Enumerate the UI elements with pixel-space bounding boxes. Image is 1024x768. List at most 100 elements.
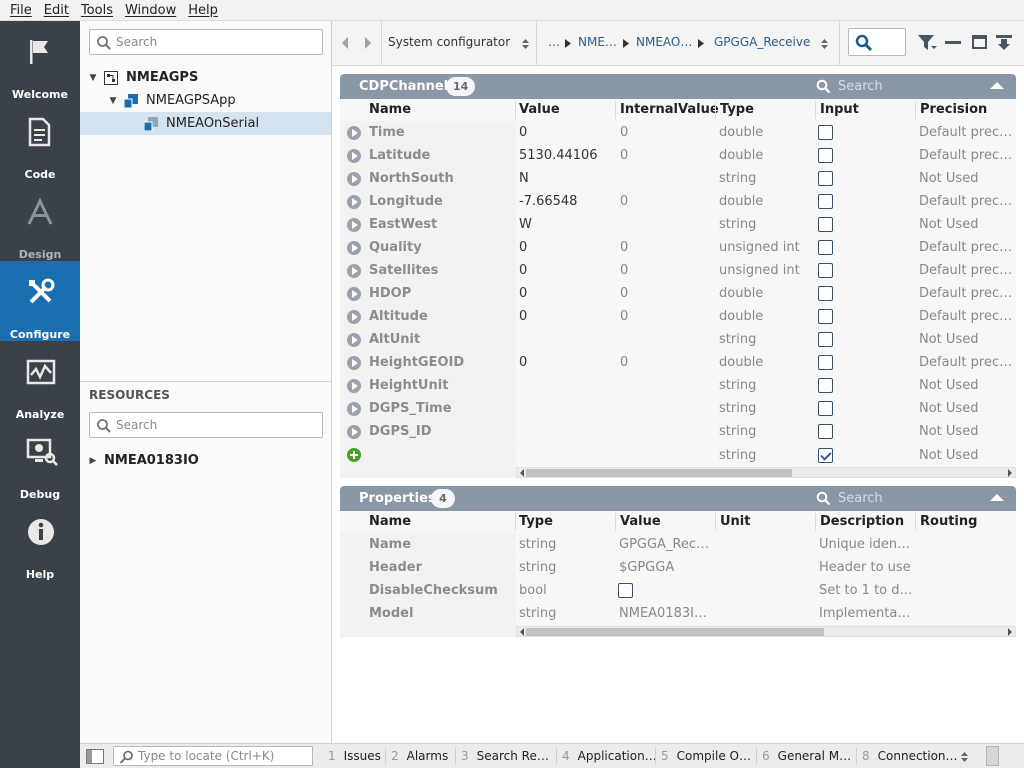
expand-row-icon[interactable] <box>347 218 361 232</box>
channel-value[interactable]: 0 <box>519 286 614 301</box>
forward-arrow-icon[interactable] <box>363 36 373 50</box>
tree-search-input[interactable] <box>116 33 318 51</box>
expand-row-icon[interactable] <box>347 356 361 370</box>
minimize-icon[interactable] <box>945 40 961 46</box>
output-tab[interactable]: 5 Compile O… <box>661 749 751 763</box>
col-header-value[interactable]: Value <box>519 102 560 117</box>
menu-help[interactable]: Help <box>182 3 224 18</box>
collapse-panel-icon[interactable] <box>990 494 1004 501</box>
collapse-panel-icon[interactable] <box>990 82 1004 89</box>
expand-row-icon[interactable] <box>347 126 361 140</box>
col-header-name[interactable]: Name <box>369 102 411 117</box>
mode-help[interactable]: Help <box>0 501 80 581</box>
col-header-input[interactable]: Input <box>820 102 859 117</box>
menu-tools[interactable]: Tools <box>75 3 119 18</box>
channel-value[interactable]: 0 <box>519 125 614 140</box>
col-header-type[interactable]: Type <box>519 514 553 529</box>
output-tab[interactable]: 4 Application… <box>562 749 657 763</box>
panel-toggle-button[interactable] <box>986 746 999 766</box>
tree-node-nmeagps[interactable]: ▼ NMEAGPS <box>88 66 331 89</box>
input-checkbox[interactable] <box>818 355 833 370</box>
channel-value[interactable]: 0 <box>519 263 614 278</box>
menu-edit[interactable]: Edit <box>38 3 75 18</box>
property-row[interactable]: Model string NMEA0183IO… Implementati… <box>340 602 1016 625</box>
collapse-caret-icon[interactable]: ▼ <box>88 73 98 83</box>
input-checkbox[interactable] <box>818 424 833 439</box>
input-checkbox[interactable] <box>818 286 833 301</box>
tree-node-nmeaonserial[interactable]: NMEAOnSerial <box>80 112 331 135</box>
channel-value[interactable]: W <box>519 217 614 232</box>
channel-search-input[interactable] <box>838 77 968 96</box>
breadcrumb-item[interactable]: NME… <box>578 35 617 49</box>
channel-row[interactable]: Longitude -7.66548 0 double Default precis… <box>340 190 1016 213</box>
input-checkbox[interactable] <box>818 263 833 278</box>
col-header-name[interactable]: Name <box>369 514 411 529</box>
channel-row[interactable]: Altitude 0 0 double Default precis… <box>340 305 1016 328</box>
property-row[interactable]: DisableChecksum bool Set to 1 to dis… <box>340 579 1016 602</box>
toggle-sidebar-icon[interactable] <box>86 749 104 764</box>
breadcrumb-item[interactable]: NMEAO… <box>636 35 692 49</box>
breadcrumb-item[interactable]: … <box>548 35 560 49</box>
expand-row-icon[interactable] <box>347 333 361 347</box>
mode-design[interactable]: Design <box>0 181 80 261</box>
input-checkbox[interactable] <box>818 148 833 163</box>
expand-row-icon[interactable] <box>347 379 361 393</box>
properties-search-input[interactable] <box>838 489 968 508</box>
expand-row-icon[interactable] <box>347 287 361 301</box>
updown-arrow-icon[interactable] <box>960 750 969 764</box>
menu-file[interactable]: File <box>4 3 38 18</box>
channel-value[interactable]: -7.66548 <box>519 194 614 209</box>
input-checkbox[interactable] <box>818 378 833 393</box>
filter-icon[interactable] <box>917 34 937 52</box>
input-checkbox[interactable] <box>818 401 833 416</box>
channel-value[interactable]: 5130.44106 <box>519 148 614 163</box>
expand-row-icon[interactable] <box>347 425 361 439</box>
input-checkbox[interactable] <box>818 194 833 209</box>
input-checkbox[interactable] <box>818 125 833 140</box>
back-arrow-icon[interactable] <box>340 36 350 50</box>
channel-row[interactable]: HeightGEOID 0 0 double Default precis… <box>340 351 1016 374</box>
channel-value[interactable]: N <box>519 171 614 186</box>
channel-row[interactable]: Quality 0 0 unsigned int Default precis… <box>340 236 1016 259</box>
col-header-description[interactable]: Description <box>820 514 904 529</box>
expand-row-icon[interactable] <box>347 195 361 209</box>
input-checkbox[interactable] <box>818 332 833 347</box>
output-tab[interactable]: 1 Issues <box>328 749 381 763</box>
expand-row-icon[interactable] <box>347 310 361 324</box>
expand-row-icon[interactable] <box>347 149 361 163</box>
maximize-icon[interactable] <box>972 35 988 50</box>
disable-checksum-checkbox[interactable] <box>618 583 633 598</box>
expand-row-icon[interactable] <box>347 241 361 255</box>
property-value[interactable]: $GPGGA <box>619 560 714 575</box>
locate-input[interactable] <box>138 748 306 764</box>
properties-horizontal-scrollbar[interactable] <box>516 626 1016 637</box>
mode-configure[interactable]: Configure <box>0 261 80 341</box>
col-header-type[interactable]: Type <box>720 102 754 117</box>
resource-node-nmea0183io[interactable]: ▶ NMEA0183IO <box>88 449 331 472</box>
output-tab[interactable]: 8 Connection… <box>862 749 958 763</box>
channel-row[interactable]: Satellites 0 0 unsigned int Default precis… <box>340 259 1016 282</box>
property-row[interactable]: Name string GPGGA_Rec… Unique identif… <box>340 533 1016 556</box>
mode-debug[interactable]: Debug <box>0 421 80 501</box>
new-row-input-checkbox[interactable] <box>818 448 833 463</box>
channel-value[interactable]: 0 <box>519 309 614 324</box>
mode-analyze[interactable]: Analyze <box>0 341 80 421</box>
property-value[interactable]: GPGGA_Rec… <box>619 537 714 552</box>
input-checkbox[interactable] <box>818 309 833 324</box>
expand-row-icon[interactable] <box>347 172 361 186</box>
col-header-routing[interactable]: Routing <box>920 514 977 529</box>
channel-row[interactable]: NorthSouth Nstring Not Used <box>340 167 1016 190</box>
channel-value[interactable]: 0 <box>519 240 614 255</box>
property-value[interactable]: NMEA0183IO… <box>619 606 714 621</box>
resources-search-input[interactable] <box>116 416 318 434</box>
add-icon[interactable] <box>347 448 361 462</box>
channel-row[interactable]: Time 0 0 double Default precis… <box>340 121 1016 144</box>
col-header-value[interactable]: Value <box>620 514 661 529</box>
col-header-internalvalue[interactable]: InternalValue <box>620 102 719 117</box>
quick-search-button[interactable] <box>848 28 906 56</box>
channel-row[interactable]: HeightUnit string Not Used <box>340 374 1016 397</box>
channel-row[interactable]: AltUnit string Not Used <box>340 328 1016 351</box>
output-tab[interactable]: 6 General M… <box>762 749 851 763</box>
channel-value[interactable]: 0 <box>519 355 614 370</box>
expand-row-icon[interactable] <box>347 402 361 416</box>
